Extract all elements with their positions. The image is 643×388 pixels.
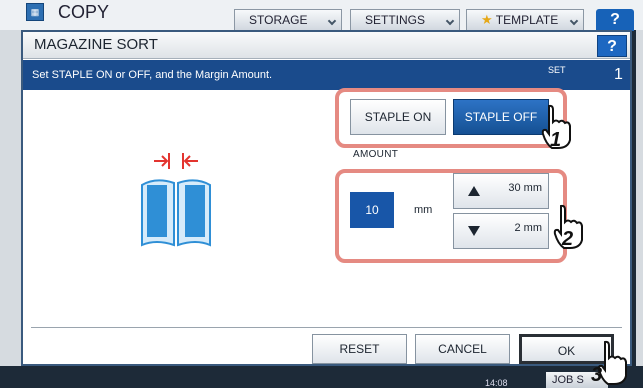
increase-amount-button[interactable]: 30 mm <box>453 173 549 209</box>
staple-on-button[interactable]: STAPLE ON <box>350 99 446 135</box>
step-number-2: 2 <box>562 228 574 250</box>
amount-label: AMOUNT <box>353 149 399 160</box>
cancel-button[interactable]: CANCEL <box>415 334 510 364</box>
app-help-button[interactable]: ? <box>596 9 634 31</box>
instruction-text: Set STAPLE ON or OFF, and the Margin Amo… <box>32 69 273 81</box>
reset-button[interactable]: RESET <box>312 334 407 364</box>
app-title: COPY <box>58 2 110 22</box>
decrease-amount-button[interactable]: 2 mm <box>453 213 549 249</box>
clock-time: 14:08 <box>485 378 508 388</box>
step-number-3: 3 <box>591 364 603 386</box>
tab-template[interactable]: ★ TEMPLATE <box>466 9 584 31</box>
star-icon: ★ <box>481 12 493 27</box>
instruction-bar: Set STAPLE ON or OFF, and the Margin Amo… <box>23 60 630 90</box>
background-panel-right <box>636 30 643 388</box>
amount-unit: mm <box>414 204 433 216</box>
background-panel-left <box>0 30 22 388</box>
magazine-sort-dialog: MAGAZINE SORT ? Set STAPLE ON or OFF, an… <box>21 30 632 366</box>
tab-settings[interactable]: SETTINGS <box>350 9 460 31</box>
min-limit-label: 2 mm <box>514 222 543 234</box>
tab-storage[interactable]: STORAGE <box>234 9 342 31</box>
dialog-title: MAGAZINE SORT <box>34 36 158 53</box>
chevron-down-icon <box>327 16 337 26</box>
footer-divider <box>31 327 622 328</box>
staple-off-button[interactable]: STAPLE OFF <box>453 99 549 135</box>
triangle-down-icon <box>468 226 480 236</box>
app-header: ▦ COPY STORAGE SETTINGS ★ TEMPLATE ? <box>0 0 643 31</box>
chevron-down-icon <box>569 16 579 26</box>
triangle-up-icon <box>468 186 480 196</box>
max-limit-label: 30 mm <box>508 182 542 194</box>
dialog-header: MAGAZINE SORT ? <box>23 32 630 59</box>
tab-settings-label: SETTINGS <box>365 13 426 27</box>
chevron-down-icon <box>445 16 455 26</box>
step-number-1: 1 <box>550 129 562 151</box>
amount-value-field[interactable]: 10 <box>350 192 394 228</box>
tab-template-label: TEMPLATE <box>495 13 559 27</box>
set-label: SET <box>548 65 566 75</box>
set-number: 1 <box>614 66 623 83</box>
tab-storage-label: STORAGE <box>249 13 308 27</box>
copy-app-icon: ▦ <box>26 3 44 21</box>
book-margin-icon <box>141 153 211 247</box>
dialog-help-button[interactable]: ? <box>597 35 627 57</box>
